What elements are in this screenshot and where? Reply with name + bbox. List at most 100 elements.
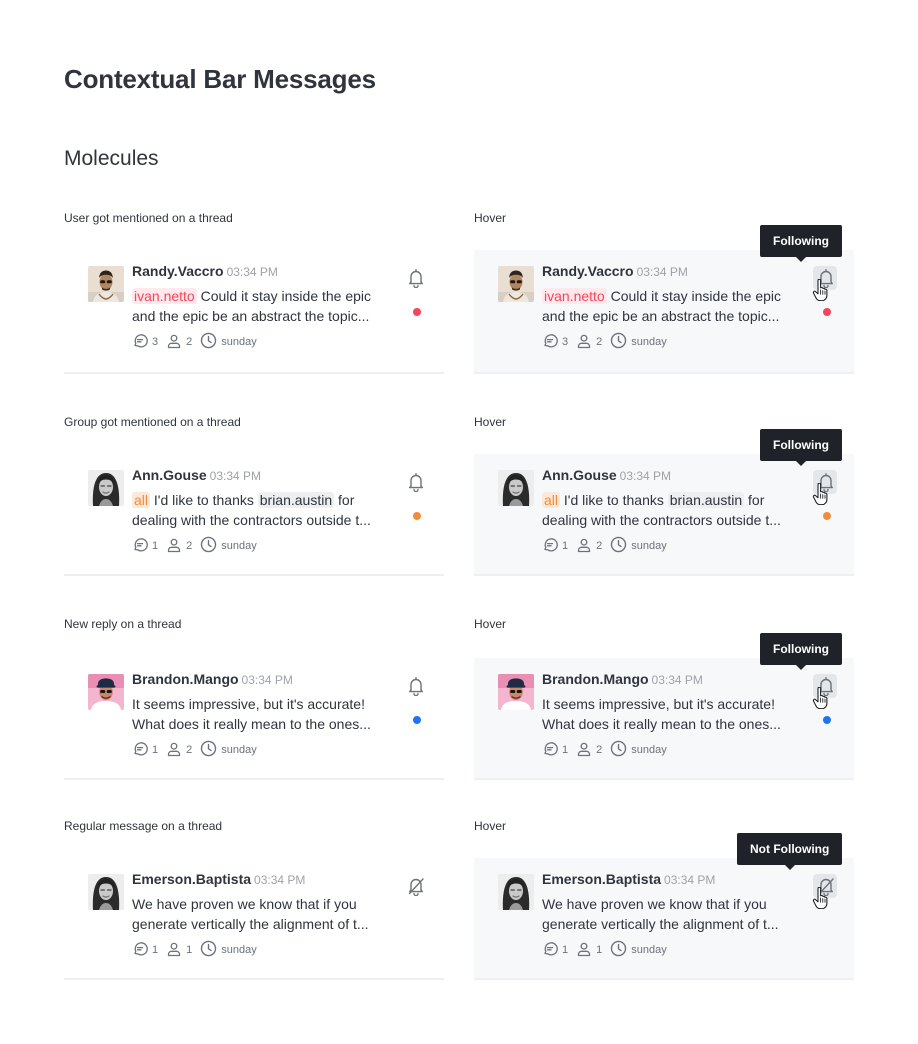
clock-icon — [200, 332, 221, 352]
clock-icon — [610, 740, 631, 760]
message-body: ivan.netto Could it stay inside the epic… — [132, 286, 402, 326]
user-avatar[interactable] — [498, 266, 534, 302]
message-text: and the epic be an abstract the topic... — [132, 308, 370, 324]
unread-dot — [413, 716, 421, 724]
thread-message-card[interactable]: Ann.Gouse 03:34 PM all I'd like to thanks … — [474, 454, 854, 576]
timestamp: 03:34 PM — [226, 265, 278, 279]
message-body: We have proven we know that if you genera… — [542, 894, 812, 934]
message-text: for — [748, 492, 765, 508]
bell-icon[interactable] — [407, 676, 425, 697]
timestamp: 03:34 PM — [664, 873, 716, 887]
unread-dot — [823, 512, 831, 520]
reply-icon — [132, 333, 152, 352]
message-header: Emerson.Baptista 03:34 PM — [132, 871, 305, 889]
bell-icon[interactable] — [407, 472, 425, 493]
user-icon — [166, 333, 186, 352]
page-title: Contextual Bar Messages — [64, 64, 376, 94]
message-text: I'd like to thanks — [153, 492, 254, 508]
thread-message-card[interactable]: Emerson.Baptista 03:34 PM We have proven w… — [64, 858, 444, 980]
clock-icon — [200, 740, 221, 760]
mention-badge: all — [132, 492, 151, 508]
hand-cursor-icon — [812, 886, 830, 910]
message-text: dealing with the contractors outside t..… — [542, 512, 781, 528]
unread-dot — [413, 512, 421, 520]
message-text: It seems impressive, but it's accurate! — [132, 696, 365, 712]
username: Randy.Vaccro — [132, 263, 224, 279]
user-icon — [576, 537, 596, 556]
last-message-value: sunday — [631, 336, 667, 348]
clock-icon — [610, 332, 631, 352]
user-icon — [576, 741, 596, 760]
message-line: What does it really mean to the ones... — [542, 714, 812, 734]
message-line: It seems impressive, but it's accurate! — [132, 694, 402, 714]
user-icon — [166, 537, 186, 556]
follow-tooltip: Following — [760, 429, 842, 466]
message-text: generate vertically the alignment of t..… — [542, 916, 779, 932]
username: Brandon.Mango — [132, 671, 239, 687]
username: Brandon.Mango — [542, 671, 649, 687]
message-text: We have proven we know that if you — [542, 896, 767, 912]
user-avatar[interactable] — [498, 470, 534, 506]
username: Emerson.Baptista — [542, 871, 662, 887]
bell-off-icon[interactable] — [407, 876, 425, 897]
reply-icon — [132, 941, 152, 960]
thread-message-card[interactable]: Brandon.Mango 03:34 PM It seems impressive… — [474, 658, 854, 780]
message-line: all I'd like to thanks brian.austin for — [132, 490, 402, 510]
participants-value: 2 — [596, 336, 603, 348]
thread-message-card[interactable]: Emerson.Baptista 03:34 PM We have proven w… — [474, 858, 854, 980]
replies-count: 1 — [132, 941, 158, 960]
user-avatar[interactable] — [88, 470, 124, 506]
timestamp: 03:34 PM — [651, 673, 703, 687]
thread-message-card[interactable]: Ann.Gouse 03:34 PM all I'd like to thanks … — [64, 454, 444, 576]
thread-metadata: 1 2 sunday — [132, 740, 265, 760]
message-text: dealing with the contractors outside t..… — [132, 512, 371, 528]
thread-message-card[interactable]: Randy.Vaccro 03:34 PM ivan.netto Could it … — [474, 250, 854, 374]
replies-count: 1 — [542, 537, 568, 556]
hover-label: Hover — [474, 415, 507, 429]
replies-count: 1 — [542, 741, 568, 760]
message-text: and the epic be an abstract the topic... — [542, 308, 780, 324]
reply-icon — [542, 941, 562, 960]
case-label: Regular message on a thread — [64, 819, 223, 833]
replies-value: 1 — [152, 744, 159, 756]
participants-value: 2 — [596, 540, 603, 552]
reply-icon — [542, 537, 562, 556]
thread-message-card[interactable]: Randy.Vaccro 03:34 PM ivan.netto Could it … — [64, 250, 444, 374]
last-message-value: sunday — [221, 944, 257, 956]
mention-badge: ivan.netto — [132, 288, 197, 304]
hover-label: Hover — [474, 211, 507, 225]
thread-metadata: 1 2 sunday — [542, 740, 675, 760]
user-icon — [166, 741, 186, 760]
participants-value: 2 — [186, 540, 193, 552]
participants-count: 1 — [166, 941, 192, 960]
user-avatar[interactable] — [88, 674, 124, 710]
participants-value: 2 — [186, 336, 193, 348]
thread-metadata: 1 2 sunday — [542, 536, 675, 556]
user-avatar[interactable] — [88, 874, 124, 910]
message-body: all I'd like to thanks brian.austin for d… — [542, 490, 812, 530]
bell-icon[interactable] — [407, 268, 425, 289]
unread-dot — [413, 308, 421, 316]
user-avatar[interactable] — [498, 674, 534, 710]
message-text: We have proven we know that if you — [132, 896, 357, 912]
message-header: Emerson.Baptista 03:34 PM — [542, 871, 715, 889]
last-message-time: sunday — [200, 536, 257, 556]
message-line: dealing with the contractors outside t..… — [132, 510, 402, 530]
thread-metadata: 3 2 sunday — [542, 332, 675, 352]
message-text: Could it stay inside the epic — [200, 288, 372, 304]
user-avatar[interactable] — [498, 874, 534, 910]
thread-metadata: 1 1 sunday — [542, 940, 675, 960]
message-text: for — [338, 492, 355, 508]
last-message-value: sunday — [221, 336, 257, 348]
user-avatar[interactable] — [88, 266, 124, 302]
message-header: Ann.Gouse 03:34 PM — [542, 467, 671, 485]
last-message-value: sunday — [631, 744, 667, 756]
user-icon — [576, 941, 596, 960]
message-header: Brandon.Mango 03:34 PM — [542, 671, 703, 689]
timestamp: 03:34 PM — [254, 873, 306, 887]
message-text: What does it really mean to the ones... — [132, 716, 371, 732]
username: Emerson.Baptista — [132, 871, 252, 887]
participants-count: 2 — [576, 741, 602, 760]
thread-message-card[interactable]: Brandon.Mango 03:34 PM It seems impressive… — [64, 658, 444, 780]
timestamp: 03:34 PM — [619, 469, 672, 483]
